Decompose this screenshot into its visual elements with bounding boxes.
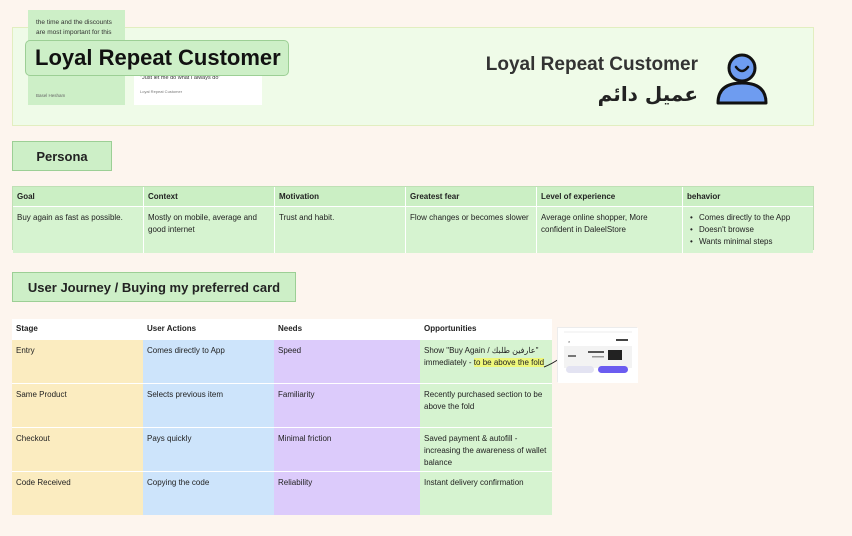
behavior-item: Doesn't browse (687, 224, 809, 236)
persona-header: Context (144, 187, 274, 207)
behavior-item: Wants minimal steps (687, 236, 809, 248)
journey-need: Speed (274, 339, 420, 383)
persona-header: Goal (13, 187, 143, 207)
opportunity-text: Saved payment & autofill - increasing th… (424, 434, 547, 467)
opportunity-text: Instant delivery confirmation (424, 478, 524, 487)
behavior-list: Comes directly to the App Doesn't browse… (687, 212, 809, 248)
journey-opportunity: Instant delivery confirmation (420, 471, 552, 515)
persona-column-experience: Level of experience Average online shopp… (537, 187, 683, 253)
opportunity-highlight: to be above the fold (473, 358, 545, 367)
journey-stage: Entry (12, 339, 143, 383)
sticky-note-author: Basel Hesham (36, 93, 66, 98)
quote-author: Loyal Repeat Customer (140, 89, 183, 94)
journey-action: Comes directly to App (143, 339, 274, 383)
persona-header: Level of experience (537, 187, 682, 207)
persona-value: Buy again as fast as possible. (17, 213, 123, 222)
journey-need: Familiarity (274, 383, 420, 427)
journey-section-label: User Journey / Buying my preferred card (12, 272, 296, 302)
persona-column-motivation: Motivation Trust and habit. (275, 187, 406, 253)
persona-section-label: Persona (12, 141, 112, 171)
persona-value: Flow changes or becomes slower (410, 213, 529, 222)
persona-value: Trust and habit. (279, 213, 335, 222)
journey-need: Reliability (274, 471, 420, 515)
persona-column-behavior: behavior Comes directly to the App Doesn… (683, 187, 813, 253)
persona-header: behavior (683, 187, 813, 207)
persona-value: Average online shopper, More confident i… (541, 213, 648, 234)
journey-action: Pays quickly (143, 427, 274, 471)
journey-stage: Same Product (12, 383, 143, 427)
journey-need: Minimal friction (274, 427, 420, 471)
journey-stage: Checkout (12, 427, 143, 471)
journey-header: Stage (12, 319, 143, 339)
journey-action: Selects previous item (143, 383, 274, 427)
persona-column-fear: Greatest fear Flow changes or becomes sl… (406, 187, 537, 253)
mockup-preview-icon: × (558, 328, 638, 383)
persona-title-en: Loyal Repeat Customer (485, 54, 698, 75)
opportunity-text: Recently purchased section to be above t… (424, 390, 543, 411)
journey-opportunity: Show "Buy Again / عارفين طلبك" immediate… (420, 339, 552, 383)
persona-table: Goal Buy again as fast as possible. Cont… (12, 186, 814, 253)
journey-action: Copying the code (143, 471, 274, 515)
persona-column-context: Context Mostly on mobile, average and go… (144, 187, 275, 253)
persona-header: Greatest fear (406, 187, 536, 207)
page-title: Loyal Repeat Customer (25, 40, 289, 76)
journey-opportunity: Recently purchased section to be above t… (420, 383, 552, 427)
persona-column-goal: Goal Buy again as fast as possible. (13, 187, 144, 253)
journey-header: Needs (274, 319, 420, 339)
persona-title-ar: عميل دائم (597, 82, 698, 106)
journey-stage: Code Received (12, 471, 143, 515)
buy-again-mockup-thumbnail[interactable]: × (557, 327, 638, 383)
behavior-item: Comes directly to the App (687, 212, 809, 224)
sticky-note-text: the time and the discounts are most impo… (36, 19, 112, 36)
user-icon (716, 53, 768, 105)
persona-value: Mostly on mobile, average and good inter… (148, 213, 257, 234)
persona-value: Comes directly to the App Doesn't browse… (683, 207, 813, 253)
journey-header: Opportunities (420, 319, 552, 339)
persona-header: Motivation (275, 187, 405, 207)
journey-header: User Actions (143, 319, 274, 339)
journey-opportunity: Saved payment & autofill - increasing th… (420, 427, 552, 471)
journey-table: Stage User Actions Needs Opportunities E… (12, 319, 552, 515)
